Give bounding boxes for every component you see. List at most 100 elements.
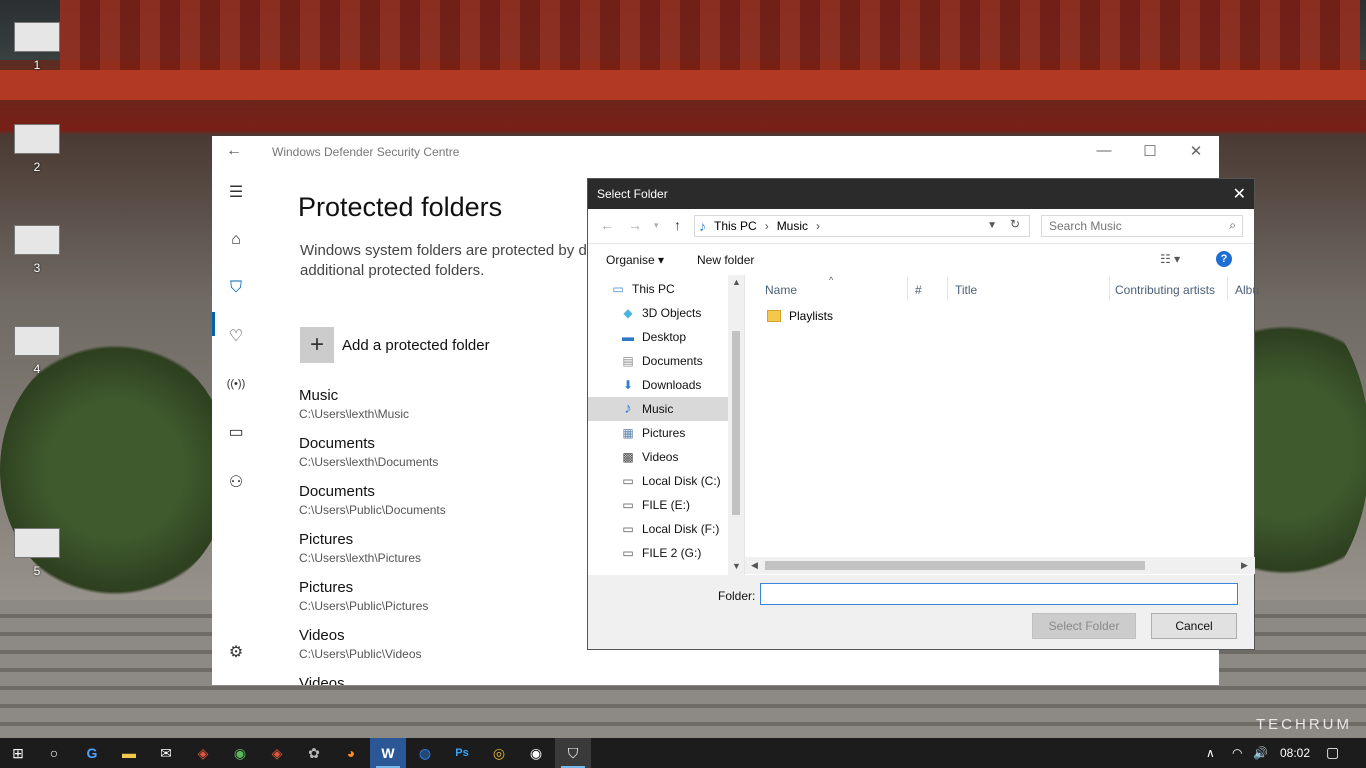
media-icon[interactable]: ◉ bbox=[518, 738, 554, 768]
tree-item-documents[interactable]: ▤ Documents bbox=[588, 349, 728, 373]
refresh-icon[interactable]: ↻ bbox=[1010, 217, 1020, 231]
search-input[interactable] bbox=[1042, 216, 1212, 236]
folder-field[interactable] bbox=[760, 583, 1238, 605]
hamburger-menu-icon[interactable]: ☰ bbox=[212, 172, 260, 212]
minimize-button[interactable]: — bbox=[1092, 142, 1116, 159]
home-icon[interactable]: ⌂ bbox=[212, 220, 260, 260]
desktop-icon-3[interactable]: 3 bbox=[10, 225, 64, 275]
forward-arrow-icon[interactable]: → bbox=[628, 217, 642, 233]
tree-item-this-pc[interactable]: ▭ This PC bbox=[588, 277, 728, 301]
up-arrow-icon[interactable]: ↑ bbox=[674, 217, 681, 233]
tree-item-local-disk-f[interactable]: ▭ Local Disk (F:) bbox=[588, 517, 728, 541]
list-item[interactable]: Documents C:\Users\lexth\Documents bbox=[299, 434, 446, 482]
column-header-number[interactable]: # bbox=[915, 283, 922, 297]
scroll-left-icon[interactable]: ◀ bbox=[751, 560, 758, 571]
column-header-title[interactable]: Title bbox=[955, 283, 977, 297]
address-bar[interactable]: ♪ This PC › Music › ▼ bbox=[694, 215, 1030, 237]
cortana-circle-icon[interactable]: ○ bbox=[36, 738, 72, 768]
list-item[interactable]: Pictures C:\Users\Public\Pictures bbox=[299, 578, 446, 626]
desktop-icon-4[interactable]: 4 bbox=[10, 326, 64, 376]
help-icon[interactable]: ? bbox=[1216, 251, 1232, 267]
desktop-icon-2[interactable]: 2 bbox=[10, 124, 64, 174]
music-note-icon: ♪ bbox=[624, 400, 632, 417]
column-header-album[interactable]: Albu bbox=[1235, 283, 1259, 297]
scroll-right-icon[interactable]: ▶ bbox=[1241, 560, 1248, 571]
horizontal-scrollbar[interactable]: ◀ ▶ bbox=[745, 557, 1255, 574]
list-item[interactable]: Documents C:\Users\Public\Documents bbox=[299, 482, 446, 530]
network-antenna-icon[interactable]: ((•)) bbox=[212, 364, 260, 404]
app-icon[interactable]: ✿ bbox=[296, 738, 332, 768]
scrollbar-thumb[interactable] bbox=[732, 331, 740, 515]
firefox-icon[interactable]: ◕ bbox=[333, 738, 369, 768]
column-header-contributing-artists[interactable]: Contributing artists bbox=[1115, 283, 1215, 297]
tree-item-pictures[interactable]: ▦ Pictures bbox=[588, 421, 728, 445]
desktop-thumbnail bbox=[14, 124, 60, 154]
tree-item-downloads[interactable]: ⬇ Downloads bbox=[588, 373, 728, 397]
clock[interactable]: 08:02 bbox=[1280, 746, 1310, 760]
documents-icon: ▤ bbox=[622, 354, 634, 368]
chevron-up-icon[interactable]: ∧ bbox=[1206, 746, 1215, 760]
cancel-button[interactable]: Cancel bbox=[1151, 613, 1237, 639]
desktop-icon-5[interactable]: 5 bbox=[10, 528, 64, 578]
tree-item-desktop[interactable]: ▬ Desktop bbox=[588, 325, 728, 349]
app-browser-icon[interactable]: ▭ bbox=[212, 412, 260, 452]
close-button[interactable]: ✕ bbox=[1184, 142, 1208, 160]
tree-item-music[interactable]: ♪ Music bbox=[588, 397, 728, 421]
recent-locations-chevron-icon[interactable]: ▾ bbox=[654, 220, 659, 231]
photoshop-icon[interactable]: Ps bbox=[444, 738, 480, 768]
settings-gear-icon[interactable]: ⚙ bbox=[212, 632, 260, 672]
breadcrumb-music[interactable]: Music bbox=[777, 219, 808, 233]
list-item[interactable]: Pictures C:\Users\lexth\Pictures bbox=[299, 530, 446, 578]
list-item[interactable]: Playlists bbox=[767, 309, 833, 323]
maximize-button[interactable]: ☐ bbox=[1138, 142, 1162, 160]
back-arrow-icon[interactable]: ← bbox=[600, 217, 614, 233]
pictures-icon: ▦ bbox=[622, 426, 634, 440]
app-icon[interactable]: ◉ bbox=[222, 738, 258, 768]
scroll-up-icon[interactable]: ▲ bbox=[732, 277, 741, 287]
file-explorer-icon[interactable]: ▬ bbox=[111, 738, 147, 768]
add-protected-folder-button[interactable]: + Add a protected folder bbox=[300, 327, 490, 363]
scroll-down-icon[interactable]: ▼ bbox=[732, 561, 741, 571]
chrome-icon[interactable]: ◎ bbox=[481, 738, 517, 768]
app-icon[interactable]: ◈ bbox=[185, 738, 221, 768]
close-icon[interactable]: ✕ bbox=[1233, 184, 1246, 204]
tree-scrollbar[interactable]: ▲ ▼ bbox=[728, 275, 744, 575]
select-folder-button[interactable]: Select Folder bbox=[1032, 613, 1136, 639]
column-divider[interactable] bbox=[1109, 277, 1110, 301]
tree-item-file-e[interactable]: ▭ FILE (E:) bbox=[588, 493, 728, 517]
wifi-icon[interactable]: ◠ bbox=[1232, 746, 1242, 760]
desktop-icon-1[interactable]: 1 bbox=[10, 22, 64, 72]
scrollbar-thumb[interactable] bbox=[765, 561, 1145, 570]
column-divider[interactable] bbox=[1227, 277, 1228, 301]
volume-icon[interactable]: 🔊 bbox=[1253, 746, 1268, 760]
new-folder-button[interactable]: New folder bbox=[697, 253, 754, 267]
list-item[interactable]: Videos bbox=[299, 674, 446, 685]
dialog-titlebar: Select Folder ✕ bbox=[588, 179, 1254, 209]
column-divider[interactable] bbox=[907, 277, 908, 301]
column-header-name[interactable]: Name bbox=[765, 283, 797, 297]
organise-button[interactable]: Organise ▾ bbox=[606, 253, 664, 267]
address-dropdown-chevron-icon[interactable]: ▼ bbox=[987, 220, 997, 231]
word-icon[interactable]: W bbox=[370, 738, 406, 768]
list-item[interactable]: Music C:\Users\lexth\Music bbox=[299, 386, 446, 434]
tree-item-videos[interactable]: ▩ Videos bbox=[588, 445, 728, 469]
heart-pulse-icon[interactable]: ♡ bbox=[212, 316, 260, 356]
column-divider[interactable] bbox=[947, 277, 948, 301]
tree-item-3d-objects[interactable]: ◆ 3D Objects bbox=[588, 301, 728, 325]
tree-item-local-disk-c[interactable]: ▭ Local Disk (C:) bbox=[588, 469, 728, 493]
notifications-icon[interactable]: ▢ bbox=[1326, 744, 1339, 761]
windows-start-icon[interactable]: ⊞ bbox=[0, 738, 36, 768]
gotv-icon[interactable]: G bbox=[74, 738, 110, 768]
back-arrow-icon[interactable]: ← bbox=[226, 142, 242, 160]
list-item[interactable]: Videos C:\Users\Public\Videos bbox=[299, 626, 446, 674]
mail-icon[interactable]: ✉ bbox=[148, 738, 184, 768]
view-options-icon[interactable]: ☷ ▾ bbox=[1160, 252, 1180, 266]
messenger-icon[interactable]: ◍ bbox=[407, 738, 443, 768]
breadcrumb-this-pc[interactable]: This PC bbox=[714, 219, 757, 233]
tree-item-file-2-g[interactable]: ▭ FILE 2 (G:) bbox=[588, 541, 728, 565]
defender-shield-icon[interactable]: ⛉ bbox=[555, 738, 591, 768]
shield-icon[interactable]: ⛉ bbox=[212, 268, 260, 308]
app-icon[interactable]: ◈ bbox=[259, 738, 295, 768]
family-icon[interactable]: ⚇ bbox=[212, 462, 260, 502]
search-icon[interactable]: ⌕ bbox=[1229, 218, 1236, 233]
